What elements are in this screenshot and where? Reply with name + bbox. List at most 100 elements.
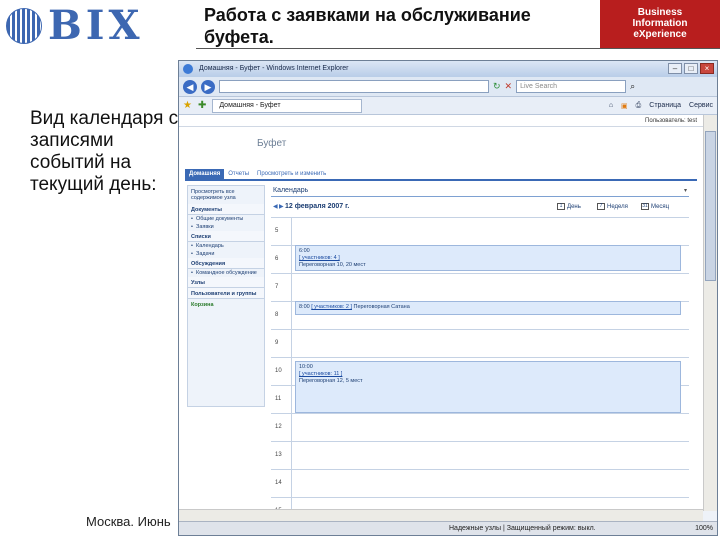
nav-item-tasks[interactable]: Задачи (188, 250, 264, 258)
hour-label: 7 (275, 284, 279, 290)
hour-label: 13 (275, 452, 282, 458)
browser-tab[interactable]: Домашняя - Буфет (212, 98, 363, 113)
hour-slot[interactable] (291, 414, 689, 443)
page-menu[interactable]: Страница (649, 102, 681, 110)
browser-window: Домашняя - Буфет - Windows Internet Expl… (178, 60, 718, 536)
calendar-title: Календарь (273, 187, 309, 194)
hour-slot[interactable] (291, 274, 689, 303)
slide-title: Работа с заявками на обслуживание буфета… (204, 5, 531, 47)
hour-row[interactable]: 14 (271, 469, 689, 499)
prev-day-icon[interactable]: ◀ (273, 203, 278, 210)
home-icon[interactable]: ⌂ (609, 102, 613, 110)
nav-item-team-discussion[interactable]: Командное обсуждение (188, 269, 264, 277)
nav-head-lists[interactable]: Списки (188, 231, 264, 242)
web-page: Пользователь: test Буфет Домашняя Отчеты… (179, 115, 703, 527)
minimize-button[interactable]: – (668, 63, 682, 74)
calendar-event[interactable]: 6:00 [ участников: 4 ] Переговорная 10, … (295, 245, 681, 271)
print-icon[interactable]: ⎙ (636, 102, 642, 110)
add-favorite-icon[interactable]: ✚ (198, 100, 206, 111)
event-title[interactable]: [ участников: 11 ] (299, 371, 342, 377)
close-button[interactable]: × (700, 63, 714, 74)
event-title[interactable]: [ участников: 4 ] (299, 255, 340, 261)
recycle-bin-link[interactable]: Корзина (188, 299, 264, 311)
week-view-icon: 7 (597, 203, 605, 210)
view-all-content-link[interactable]: Просмотреть все содержимое узла (188, 186, 264, 204)
favorites-star-icon[interactable]: ★ (183, 100, 192, 111)
calendar-event[interactable]: 10:00 [ участников: 11 ] Переговорная 12… (295, 361, 681, 413)
hour-label: 11 (275, 396, 282, 402)
calendar-nav: ◀ ▶ 12 февраля 2007 г. 1 День 7 Неделя 3… (271, 201, 689, 215)
event-time: 10:00 (299, 364, 313, 370)
title-divider (196, 48, 720, 49)
hour-slot[interactable] (291, 218, 689, 247)
brand-line: Business (637, 7, 683, 18)
vertical-scrollbar[interactable] (703, 115, 717, 511)
window-title: Домашняя - Буфет - Windows Internet Expl… (199, 65, 349, 72)
zoom-level[interactable]: 100% (695, 522, 713, 535)
nav-item-shared-docs[interactable]: Общие документы (188, 215, 264, 223)
feeds-icon[interactable]: ▣ (621, 102, 628, 110)
globe-logo-icon (6, 8, 42, 44)
next-day-icon[interactable]: ▶ (279, 203, 284, 210)
address-row: ◀ ▶ ↻ ✕ Live Search ⌕ (179, 77, 717, 97)
tab-reports[interactable]: Отчеты (224, 169, 253, 179)
back-icon[interactable]: ◀ (183, 79, 197, 94)
address-bar[interactable] (219, 80, 489, 93)
site-tabs: Домашняя Отчеты Просмотреть и изменить (185, 169, 697, 181)
view-day-button[interactable]: 1 День (557, 203, 581, 210)
hour-label: 12 (275, 424, 282, 430)
search-icon[interactable]: ⌕ (630, 81, 635, 92)
stop-icon[interactable]: ✕ (505, 81, 513, 92)
current-date: 12 февраля 2007 г. (285, 203, 350, 210)
hour-slot[interactable] (291, 442, 689, 471)
nav-item-calendar[interactable]: Календарь (188, 242, 264, 250)
quick-launch: Просмотреть все содержимое узла Документ… (187, 185, 265, 407)
tab-view-edit[interactable]: Просмотреть и изменить (253, 169, 330, 179)
nav-item-requests[interactable]: Заявки (188, 223, 264, 231)
view-week-button[interactable]: 7 Неделя (597, 203, 628, 210)
maximize-button[interactable]: □ (684, 63, 698, 74)
calendar-header: Календарь ▾ (271, 185, 689, 197)
calendar-menu-icon[interactable]: ▾ (684, 185, 687, 197)
event-title[interactable]: [ участников: 2 ] (311, 304, 352, 310)
brand-box: Business Information eXperience (600, 0, 720, 48)
hour-row[interactable]: 9 (271, 329, 689, 359)
user-menu[interactable]: Пользователь: test (179, 115, 703, 127)
site-title: Буфет (257, 138, 287, 149)
calendar-event[interactable]: 8:00 [ участников: 2 ] Переговорная Сата… (295, 301, 681, 315)
view-day-label: День (567, 203, 581, 210)
nav-head-discussions[interactable]: Обсуждения (188, 258, 264, 269)
nav-head-documents[interactable]: Документы (188, 204, 264, 215)
hour-slot[interactable] (291, 330, 689, 359)
hour-row[interactable]: 12 (271, 413, 689, 443)
nav-head-people[interactable]: Пользователи и группы (188, 288, 264, 299)
search-input[interactable]: Live Search (516, 80, 627, 93)
view-week-label: Неделя (607, 203, 628, 210)
hour-label: 9 (275, 340, 279, 346)
hour-slot[interactable] (291, 470, 689, 499)
horizontal-scrollbar[interactable] (179, 509, 703, 521)
hour-label: 10 (275, 368, 282, 374)
window-titlebar: Домашняя - Буфет - Windows Internet Expl… (179, 61, 717, 77)
ie-icon (183, 64, 193, 74)
slide-caption: Вид календаря с записями событий на теку… (30, 108, 179, 195)
hour-row[interactable]: 7 (271, 273, 689, 303)
bix-logo: BIX (6, 4, 156, 48)
hour-row[interactable]: 5 (271, 217, 689, 247)
event-place: Переговорная Сатана (353, 304, 410, 310)
event-time: 8:00 (299, 304, 310, 310)
month-view-icon: 31 (641, 203, 649, 210)
nav-head-sites[interactable]: Узлы (188, 277, 264, 288)
hour-label: 5 (275, 228, 279, 234)
hour-row[interactable]: 13 (271, 441, 689, 471)
tools-menu[interactable]: Сервис (689, 102, 713, 110)
event-place: Переговорная 12, 5 мест (299, 378, 363, 384)
brand-line: eXperience (633, 29, 687, 40)
forward-icon[interactable]: ▶ (201, 79, 215, 94)
logo-text: BIX (48, 2, 144, 49)
refresh-icon[interactable]: ↻ (493, 81, 501, 92)
tab-home[interactable]: Домашняя (185, 169, 225, 179)
view-month-button[interactable]: 31 Месяц (641, 203, 669, 210)
scrollbar-thumb[interactable] (705, 131, 716, 281)
status-bar: Надежные узлы | Защищенный режим: выкл. … (179, 521, 717, 535)
